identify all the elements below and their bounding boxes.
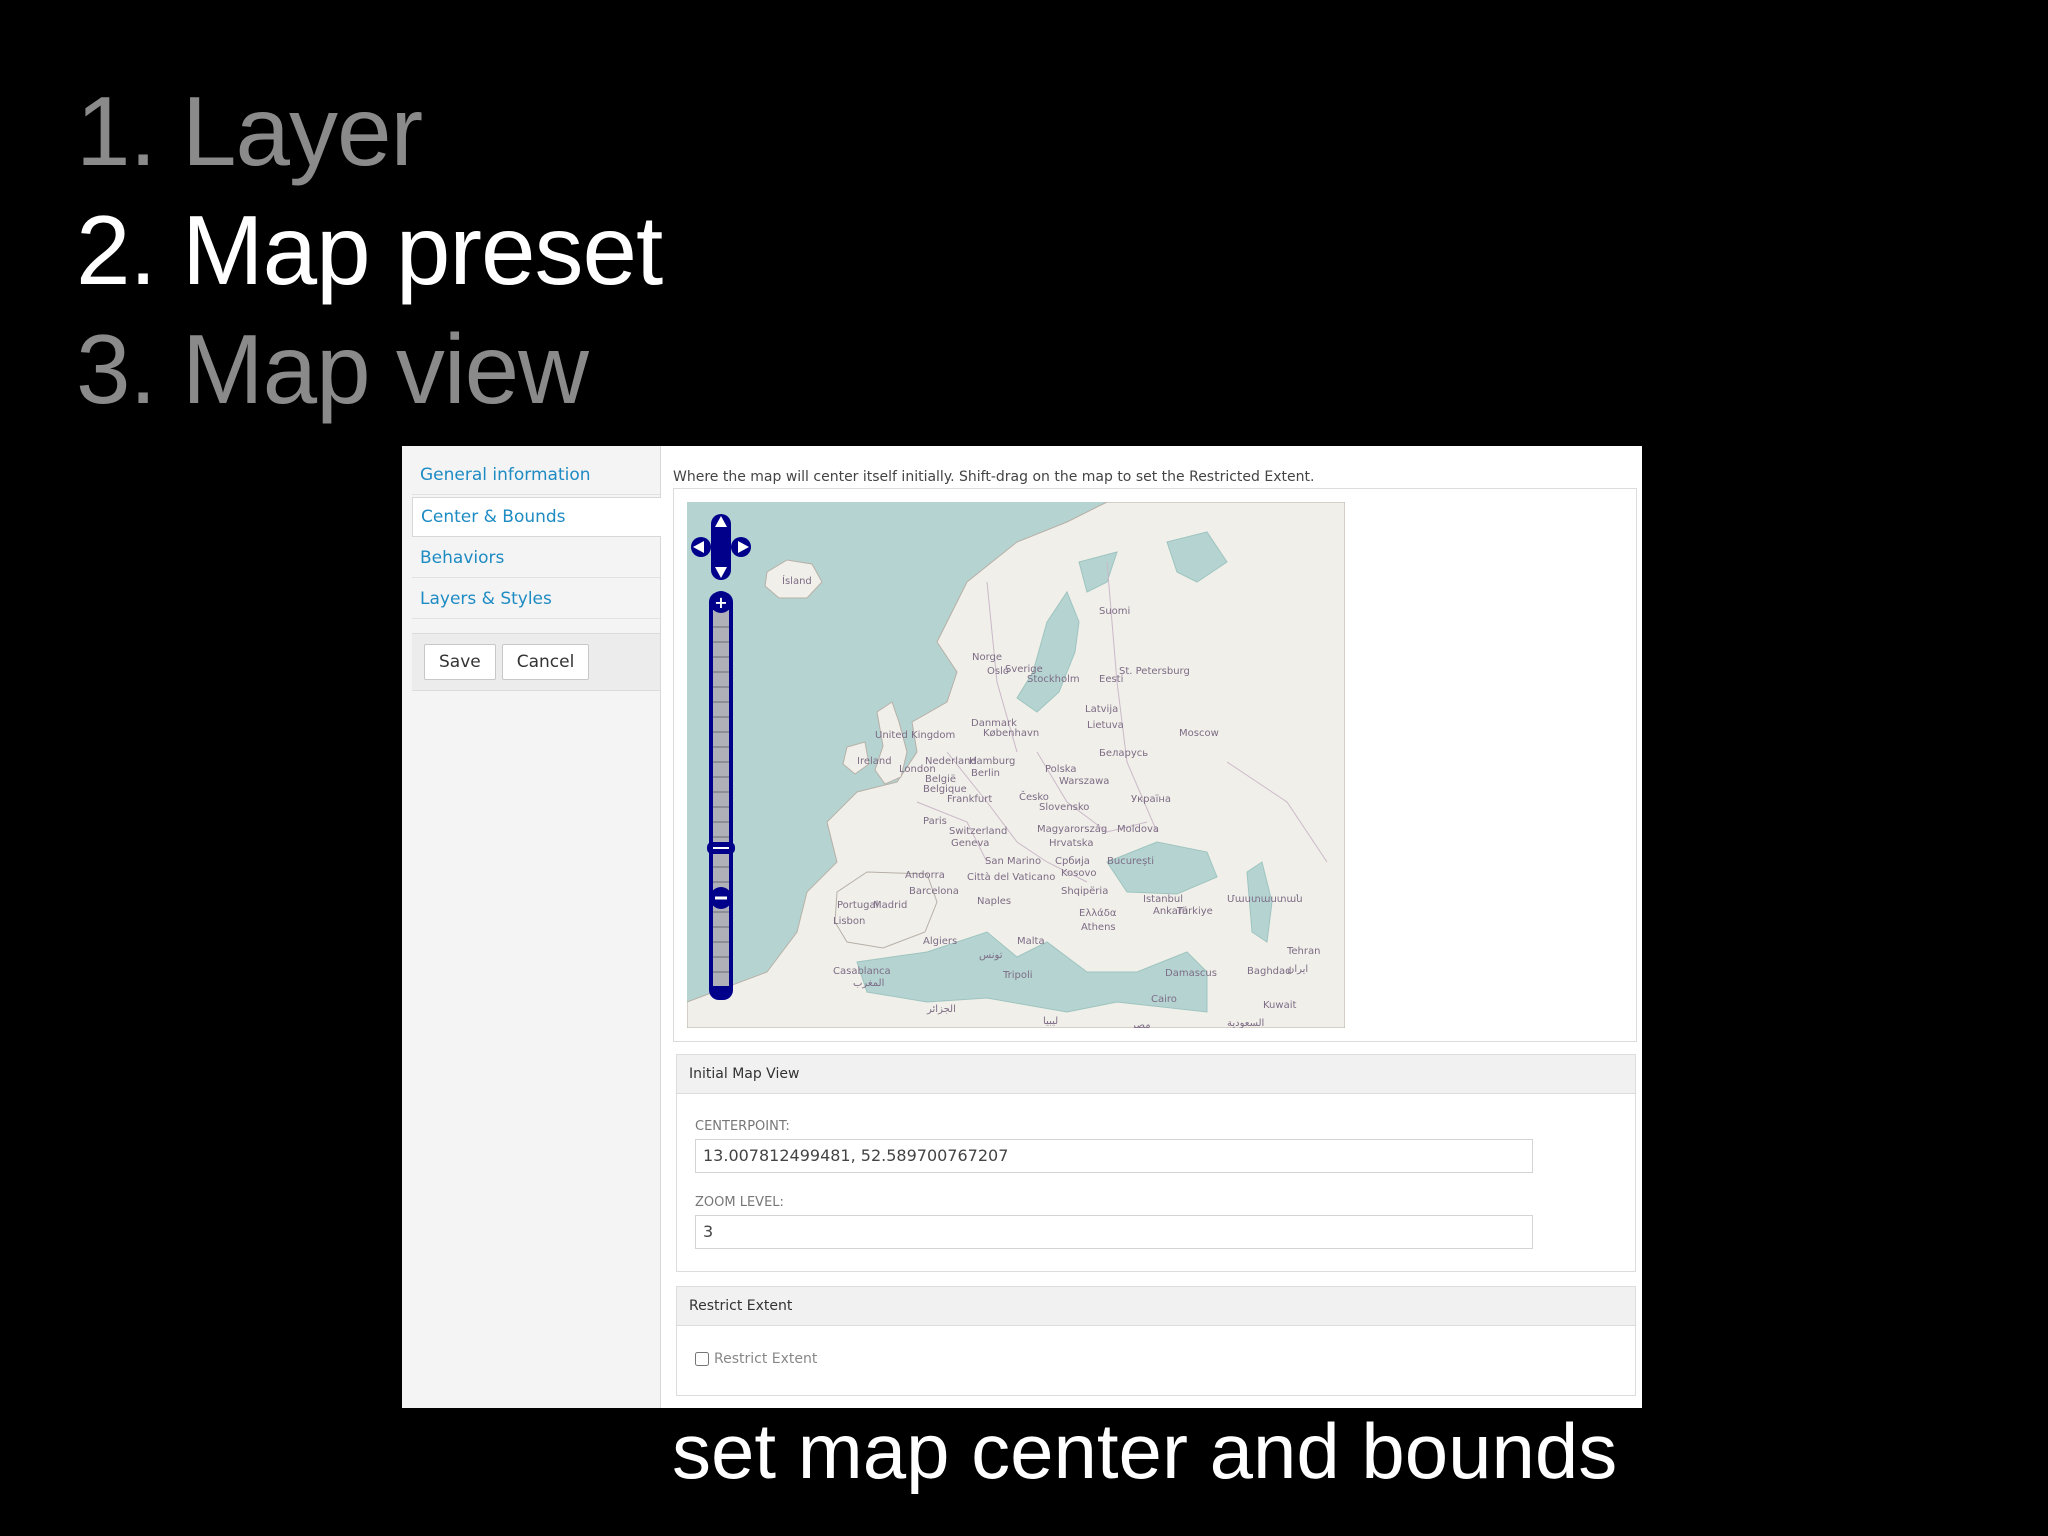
- tab-general-information[interactable]: General information: [412, 456, 660, 495]
- map-label: Casablanca: [833, 966, 891, 977]
- step-map-preset: 2. Map preset: [76, 195, 663, 305]
- tab-behaviors[interactable]: Behaviors: [412, 539, 660, 578]
- map-svg: + ÍslandSuomiNorgeSverigeOsloStockholm Ee…: [687, 502, 1345, 1028]
- svg-text:+: +: [714, 593, 727, 612]
- map-label: Ireland: [857, 756, 892, 767]
- map-label: Shqipëria: [1061, 886, 1108, 897]
- map-label: Madrid: [873, 900, 907, 911]
- save-button[interactable]: Save: [424, 644, 496, 680]
- centerpoint-label: Centerpoint:: [695, 1119, 790, 1134]
- map-label: Ελλάδα: [1079, 907, 1117, 919]
- map-label: Stockholm: [1027, 674, 1080, 685]
- map-label: Andorra: [905, 870, 945, 881]
- map-label: Algiers: [923, 936, 957, 947]
- cancel-button[interactable]: Cancel: [501, 644, 590, 680]
- centerpoint-input[interactable]: 13.007812499481, 52.589700767207: [695, 1139, 1533, 1173]
- step-list: 1. Layer 2. Map preset 3. Map view: [76, 72, 663, 429]
- map-label: Oslo: [987, 666, 1009, 677]
- map-label: Baghdad: [1247, 966, 1292, 977]
- slide-caption: set map center and bounds: [672, 1407, 1618, 1495]
- map-canvas[interactable]: + Ísland Suomi Norge Sverige Oslo Stockholm Ee…: [687, 502, 1345, 1028]
- tab-layers-styles[interactable]: Layers & Styles: [412, 580, 660, 619]
- restrict-extent-legend: Restrict Extent: [677, 1287, 1635, 1326]
- map-label: Istanbul: [1143, 894, 1183, 905]
- map-label: Suomi: [1099, 606, 1130, 617]
- map-label: Magyarország: [1037, 823, 1107, 835]
- map-label: Беларусь: [1099, 748, 1148, 759]
- map-label: Lisbon: [833, 916, 865, 927]
- map-description: Where the map will center itself initial…: [673, 469, 1315, 485]
- map-label: Damascus: [1165, 968, 1217, 979]
- vertical-tabs: General information Center & Bounds Beha…: [402, 446, 661, 1408]
- zoom-level-label: Zoom Level:: [695, 1195, 784, 1210]
- map-label: Athens: [1081, 922, 1116, 933]
- map-label: Ankara: [1153, 906, 1188, 917]
- map-label: Polska: [1045, 764, 1077, 775]
- map-label: București: [1107, 856, 1154, 867]
- map-label: الجزائر: [926, 1004, 956, 1015]
- map-label: Kosovo: [1061, 868, 1097, 879]
- map-label: Cairo: [1151, 994, 1177, 1005]
- map-label: Kuwait: [1263, 1000, 1296, 1011]
- map-label: Switzerland: [949, 826, 1007, 837]
- map-label: Tripoli: [1002, 970, 1033, 981]
- map-label: Latvija: [1085, 704, 1118, 715]
- map-label: Geneva: [951, 838, 989, 849]
- map-label: Србија: [1055, 855, 1090, 867]
- restrict-extent-option[interactable]: Restrict Extent: [695, 1351, 817, 1367]
- restrict-extent-checkbox-label: Restrict Extent: [714, 1351, 818, 1367]
- map-label: تونس: [979, 950, 1003, 961]
- pan-control: [691, 514, 751, 580]
- map-label: Україна: [1131, 794, 1171, 805]
- map-label: Ísland: [782, 574, 812, 587]
- map-label: Città del Vaticano: [967, 871, 1055, 883]
- map-label: Մաստաստան: [1227, 894, 1303, 905]
- map-label: Lietuva: [1087, 720, 1124, 731]
- map-label: ایران: [1287, 964, 1308, 975]
- zoom-level-input[interactable]: 3: [695, 1215, 1533, 1249]
- map-label: مصر: [1130, 1020, 1151, 1028]
- restrict-extent-checkbox[interactable]: [695, 1352, 709, 1366]
- map-label: Moscow: [1179, 728, 1219, 739]
- map-label: Naples: [977, 896, 1011, 907]
- map-label: Frankfurt: [947, 794, 992, 805]
- map-label: United Kingdom: [875, 730, 955, 741]
- tab-content: Where the map will center itself initial…: [661, 446, 1642, 1408]
- map-label: Malta: [1017, 936, 1045, 947]
- map-label: المغرب: [853, 978, 884, 989]
- map-label: St. Petersburg: [1119, 666, 1190, 677]
- map-label: København: [983, 728, 1039, 739]
- map-label: السعودية: [1227, 1018, 1264, 1028]
- initial-map-view-legend: Initial Map View: [677, 1055, 1635, 1094]
- map-label: ليبيا: [1043, 1016, 1058, 1027]
- map-label: Paris: [923, 816, 947, 827]
- map-label: Hrvatska: [1049, 838, 1094, 849]
- map-label: Moldova: [1117, 824, 1159, 835]
- map-label: Barcelona: [909, 886, 959, 897]
- tab-center-bounds[interactable]: Center & Bounds: [412, 497, 661, 537]
- step-map-view: 3. Map view: [76, 314, 589, 424]
- form-actions: Save Cancel: [412, 633, 660, 691]
- map-label: San Marino: [985, 856, 1041, 867]
- step-layer: 1. Layer: [76, 76, 423, 186]
- map-label: Tehran: [1286, 946, 1320, 957]
- map-label: Slovensko: [1039, 802, 1089, 813]
- restrict-extent-fieldset: Restrict Extent Restrict Extent: [676, 1286, 1636, 1396]
- zoom-bar: +: [707, 591, 735, 1000]
- initial-map-view-fieldset: Initial Map View Centerpoint: 13.0078124…: [676, 1054, 1636, 1272]
- screenshot-panel: General information Center & Bounds Beha…: [402, 446, 1642, 1408]
- map-label: Hamburg: [969, 756, 1015, 767]
- map-label: Warszawa: [1059, 776, 1109, 787]
- map-label: Norge: [972, 652, 1002, 663]
- map-label: Berlin: [971, 768, 1000, 779]
